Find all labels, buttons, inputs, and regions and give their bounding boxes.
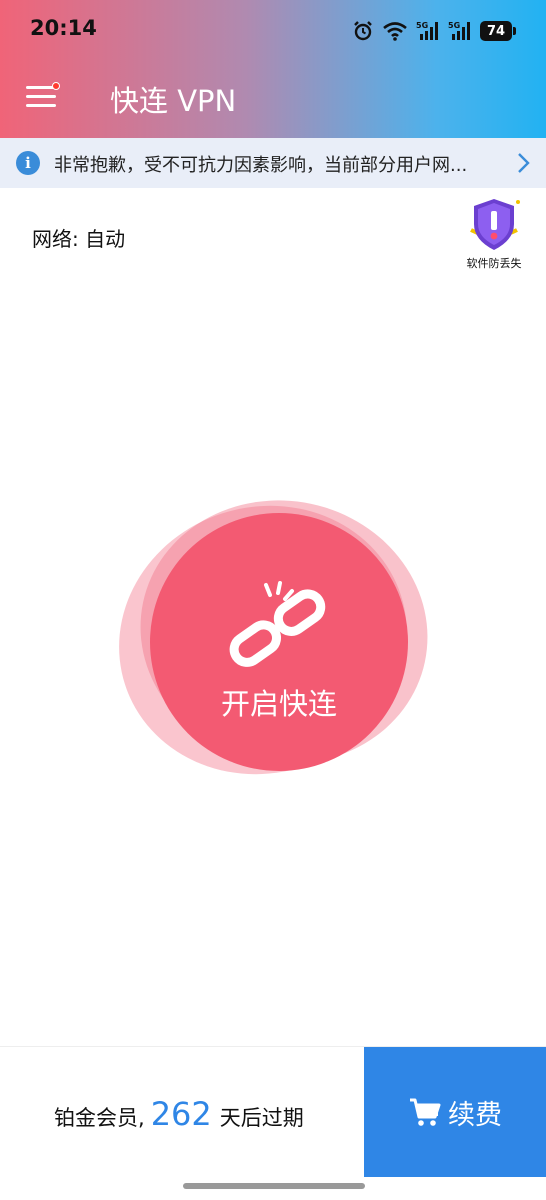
hamburger-menu-icon[interactable] — [26, 82, 60, 110]
network-mode[interactable]: 网络: 自动 — [32, 223, 125, 252]
shield-alert-icon — [470, 199, 520, 250]
renew-label: 续费 — [448, 1099, 502, 1131]
status-time: 20:14 — [30, 16, 97, 40]
connect-area: 开启快连 — [83, 468, 453, 812]
connect-label: 开启快连 — [220, 687, 337, 721]
cart-icon — [410, 1098, 441, 1126]
signal-5g-icon: 5G — [448, 21, 470, 40]
membership-prefix: 铂金会员, — [54, 1106, 145, 1130]
signal1-label: 5G — [416, 21, 428, 30]
app-title: 快连 VPN — [110, 84, 237, 118]
alarm-icon — [354, 21, 372, 41]
renew-button[interactable]: 续费 — [364, 1047, 546, 1177]
anti-lost-label: 软件防丢失 — [466, 257, 522, 270]
status-icons: 5G 5G 74 — [352, 18, 516, 44]
bottom-bar: 铂金会员, 262 天后过期 续费 — [0, 1046, 546, 1200]
top-header: 20:14 5G 5G 74 快连 VPN — [0, 0, 546, 138]
info-icon: i — [16, 151, 40, 175]
membership-info: 铂金会员, 262 天后过期 — [54, 1095, 304, 1133]
notification-dot — [52, 82, 60, 90]
notice-text: 非常抱歉，受不可抗力因素影响，当前部分用户网... — [54, 155, 468, 176]
anti-lost-badge[interactable]: 软件防丢失 — [458, 196, 530, 272]
membership-suffix: 天后过期 — [219, 1106, 304, 1130]
signal-5g-icon: 5G — [416, 21, 438, 40]
home-indicator[interactable] — [183, 1183, 365, 1189]
broken-link-icon — [229, 581, 326, 667]
connect-button[interactable]: 开启快连 — [150, 513, 408, 771]
status-bar: 20:14 5G 5G 74 — [0, 0, 546, 60]
wifi-icon — [383, 22, 407, 41]
chevron-right-icon[interactable] — [516, 152, 530, 174]
battery-icon: 74 — [480, 21, 516, 41]
signal2-label: 5G — [448, 21, 460, 30]
notice-banner[interactable]: i 非常抱歉，受不可抗力因素影响，当前部分用户网... — [0, 138, 546, 188]
membership-days: 262 — [150, 1095, 212, 1133]
